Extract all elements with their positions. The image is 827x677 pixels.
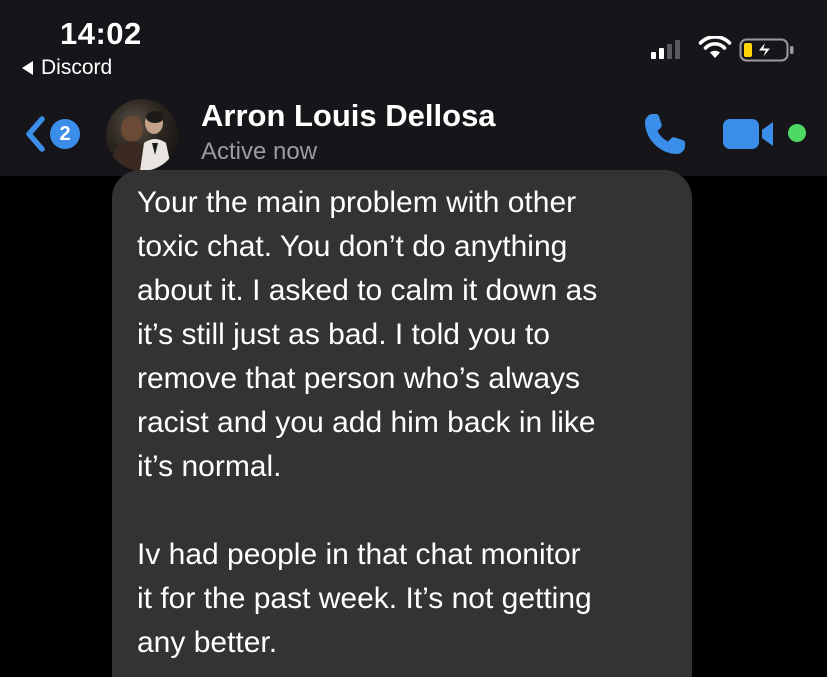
wifi-icon (698, 36, 732, 58)
cellular-signal-icon (651, 39, 680, 59)
back-to-app-link[interactable]: Discord (22, 56, 112, 80)
back-app-label: Discord (41, 56, 113, 79)
status-bar: 14:02 Discord (0, 0, 827, 92)
online-indicator (788, 124, 806, 142)
chat-header: 2 Arron Louis Dellosa Active now (0, 92, 827, 176)
contact-avatar[interactable] (106, 99, 178, 171)
contact-name[interactable]: Arron Louis Dellosa (201, 98, 496, 134)
unread-count-badge: 2 (50, 119, 80, 149)
video-camera-icon[interactable] (722, 116, 782, 152)
back-triangle-icon (22, 61, 33, 75)
chevron-left-icon (26, 116, 45, 152)
battery-charging-icon (739, 38, 794, 62)
status-time: 14:02 (60, 16, 142, 51)
messenger-chat-screen: 14:02 Discord 2 Arron Louis Dellosa Acti… (0, 0, 827, 677)
phone-icon[interactable] (641, 110, 689, 158)
message-paragraph-2: Iv had people in that chat monitor it fo… (137, 538, 592, 659)
avatar-photo (113, 111, 172, 171)
presence-status: Active now (201, 138, 318, 165)
message-paragraph-1: Your the main problem with other toxic c… (137, 186, 598, 483)
back-button[interactable]: 2 (22, 114, 80, 154)
